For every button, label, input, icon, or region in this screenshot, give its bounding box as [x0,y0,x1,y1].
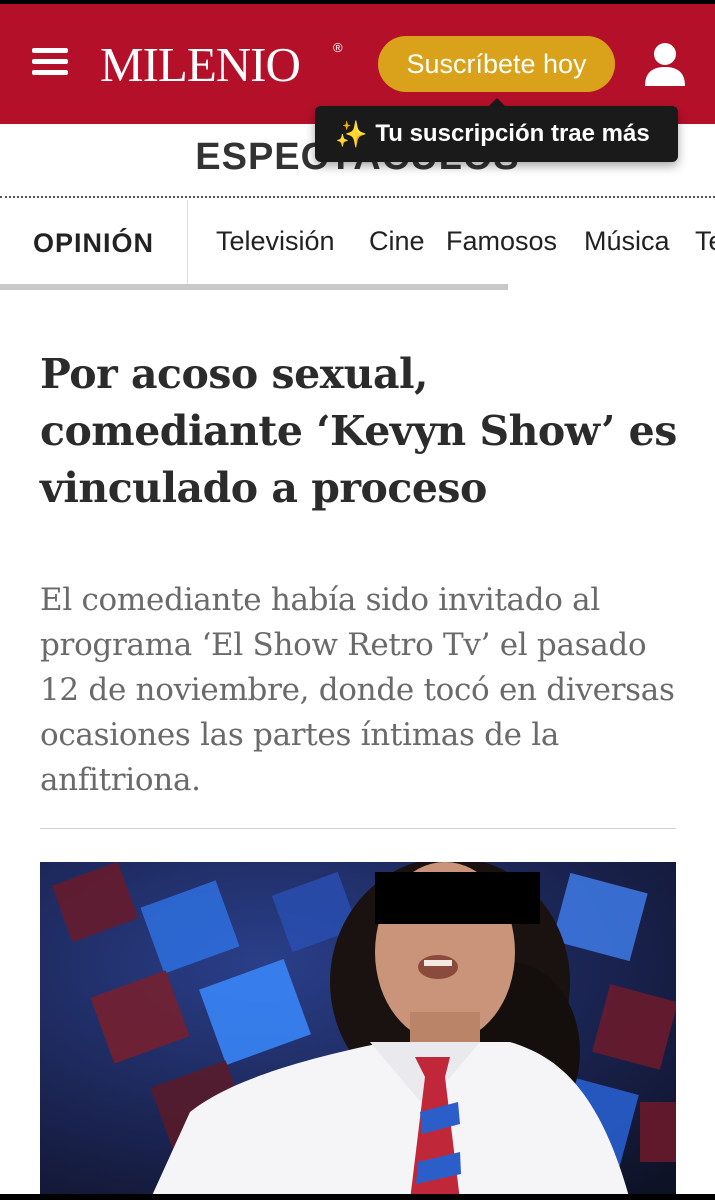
nav-scroll-indicator [0,284,508,290]
subscribe-button[interactable]: Suscríbete hoy [378,36,615,92]
status-edge [0,0,715,4]
registered-mark: ® [333,40,343,55]
article-summary: El comediante había sido invitado al pro… [40,582,675,798]
site-logo[interactable]: MILENIO [100,38,301,92]
sparkles-icon: ✨ [335,118,368,149]
user-account-icon[interactable] [645,42,685,86]
article-photo[interactable] [40,862,676,1200]
tab-opinion[interactable]: OPINIÓN [0,200,188,286]
article-photo-illustration [40,862,676,1200]
tab-musica[interactable]: Música [584,226,670,257]
section-divider [0,196,715,198]
hamburger-menu-icon[interactable] [32,48,68,78]
tab-famosos[interactable]: Famosos [446,226,557,257]
content-divider [40,828,676,829]
tab-television-partial[interactable]: Te [695,226,715,257]
bottom-edge [0,1194,715,1200]
tab-cine[interactable]: Cine [369,226,425,257]
subscription-tooltip[interactable]: ✨ Tu suscripción trae más [315,106,678,162]
article-headline: Por acoso sexual, comediante ‘Kevyn Show… [40,350,677,512]
tooltip-text: Tu suscripción trae más [375,120,650,147]
category-nav: OPINIÓN Televisión Cine Famosos Música T… [0,200,715,286]
tab-television[interactable]: Televisión [216,226,335,257]
